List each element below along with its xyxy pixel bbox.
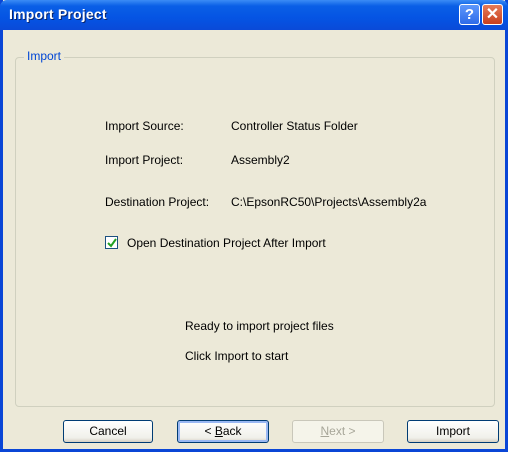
import-source-label: Import Source:: [105, 119, 184, 133]
groupbox-label: Import: [24, 49, 65, 63]
back-button-mnemonic: B: [214, 424, 223, 438]
help-icon: ?: [464, 6, 475, 23]
window-title: Import Project: [9, 6, 107, 22]
open-destination-label[interactable]: Open Destination Project After Import: [127, 236, 326, 250]
close-button[interactable]: ✕: [482, 4, 503, 25]
title-bar[interactable]: Import Project ? ✕: [0, 0, 508, 30]
destination-project-value: C:\EpsonRC50\Projects\Assembly2a: [231, 195, 427, 209]
next-button-mnemonic: N: [320, 424, 330, 438]
back-button-label: ack: [222, 424, 242, 438]
close-icon: ✕: [485, 6, 500, 23]
import-project-value: Assembly2: [231, 153, 290, 167]
checkmark-icon: [107, 238, 117, 248]
destination-project-label: Destination Project:: [105, 195, 210, 209]
import-project-label: Import Project:: [105, 153, 184, 167]
import-source-value: Controller Status Folder: [231, 119, 358, 133]
next-button-label: ext >: [329, 424, 356, 438]
help-button[interactable]: ?: [459, 4, 480, 25]
next-button[interactable]: Next >: [292, 420, 384, 443]
open-destination-checkbox[interactable]: [105, 236, 118, 249]
import-button-label: Import: [435, 424, 470, 438]
cancel-button-label: Cancel: [89, 424, 127, 438]
back-button-prefix: <: [204, 424, 215, 438]
cancel-button[interactable]: Cancel: [63, 420, 153, 443]
import-button[interactable]: Import: [407, 420, 499, 443]
status-ready-text: Ready to import project files: [185, 319, 334, 333]
status-instruction-text: Click Import to start: [185, 349, 289, 363]
back-button[interactable]: < Back: [177, 420, 269, 443]
